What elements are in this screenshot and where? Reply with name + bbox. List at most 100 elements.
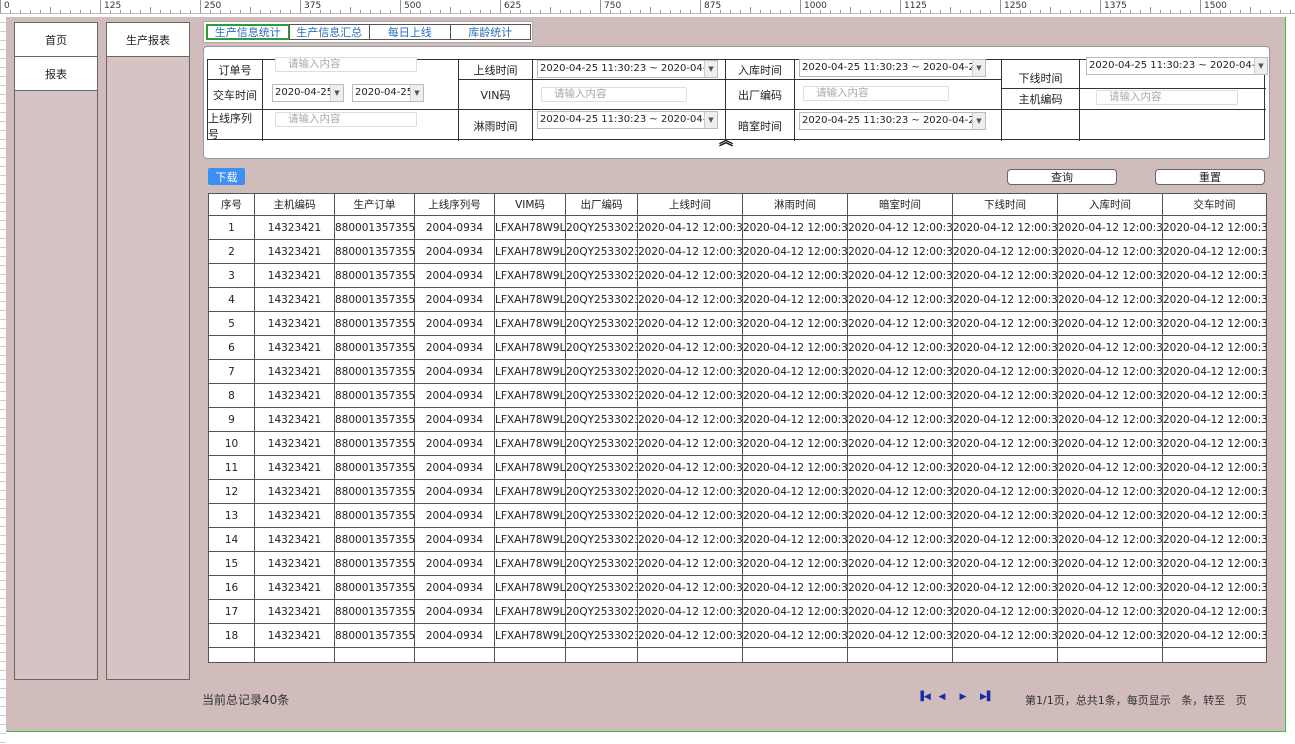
query-button[interactable]: 查询 (1007, 169, 1117, 185)
order-no-input[interactable]: 请输入内容 (275, 57, 417, 72)
table-cell: LFXAH78W9L (494, 359, 566, 384)
table-row[interactable]: 11 14323421 880001357355 2004-0934 LFXAH78W9… (208, 455, 1267, 480)
table-cell: 20QY2533023 (565, 359, 638, 384)
table-cell: 2020-04-12 12:00:30 (1162, 311, 1267, 336)
next-page-icon[interactable]: ▶ (959, 692, 967, 702)
prev-page-icon[interactable]: ◀ (938, 692, 946, 702)
reset-button[interactable]: 重置 (1155, 169, 1265, 185)
first-page-icon[interactable]: ▐◀ (917, 692, 931, 702)
table-row[interactable]: 12 14323421 880001357355 2004-0934 LFXAH78W9… (208, 479, 1267, 504)
vin-cell: 请输入内容 (533, 80, 726, 110)
tab-inventory-age[interactable]: 库龄统计 (449, 24, 531, 40)
table-row[interactable]: 10 14323421 880001357355 2004-0934 LFXAH78W9… (208, 431, 1267, 456)
last-page-icon[interactable]: ▶▌ (980, 692, 994, 702)
ruler-tick (780, 10, 781, 13)
tab-daily-online[interactable]: 每日上线 (369, 24, 451, 40)
table-cell: 880001357355 (334, 599, 415, 624)
table-cell: 880001357355 (334, 551, 415, 576)
table-cell: 2020-04-12 12:00:30 (1057, 551, 1163, 576)
table-row[interactable]: 15 14323421 880001357355 2004-0934 LFXAH78W9… (208, 551, 1267, 576)
table-row[interactable]: 4 14323421 880001357355 2004-0934 LFXAH78W9L… (208, 287, 1267, 312)
table-cell: 2020-04-12 12:00:30 (1162, 623, 1267, 648)
table-row[interactable]: 1 14323421 880001357355 2004-0934 LFXAH78W9L… (208, 215, 1267, 240)
ruler-tick (1280, 10, 1281, 13)
table-cell: 2020-04-12 12:00:30 (1057, 503, 1163, 528)
double-chevron-up-icon[interactable]: ︽ (716, 134, 736, 155)
column-header[interactable]: 序号 (208, 193, 255, 216)
column-header[interactable]: 出厂编码 (565, 193, 638, 216)
table-row[interactable]: 2 14323421 880001357355 2004-0934 LFXAH78W9L… (208, 239, 1267, 264)
table-cell: 2020-04-12 12:00:30 (952, 359, 1058, 384)
column-header[interactable]: 上线序列号 (414, 193, 495, 216)
vin-input[interactable]: 请输入内容 (541, 87, 687, 102)
table-row[interactable]: 3 14323421 880001357355 2004-0934 LFXAH78W9L… (208, 263, 1267, 288)
column-header[interactable]: 上线时间 (637, 193, 743, 216)
table-cell: 2004-0934 (414, 263, 495, 288)
column-header[interactable]: VIM码 (494, 193, 566, 216)
table-cell: 2020-04-12 12:00:30 (847, 263, 953, 288)
column-header[interactable]: 主机编码 (254, 193, 335, 216)
table-cell: 2020-04-12 12:00:30 (1057, 287, 1163, 312)
engine-code-input[interactable]: 请输入内容 (1096, 90, 1238, 105)
ruler-tick (950, 7, 951, 13)
column-header[interactable]: 交车时间 (1162, 193, 1267, 216)
tab-production-summary[interactable]: 生产信息汇总 (288, 24, 370, 40)
ruler-label: 625 (504, 1, 522, 11)
table-cell: 2020-04-12 12:00:30 (742, 263, 848, 288)
table-cell: 2020-04-12 12:00:30 (952, 239, 1058, 264)
offline-time-picker[interactable]: 2020-04-25 11:30:23 ~ 2020-04-28 ▼ (1086, 57, 1268, 75)
sidebar-item-reports[interactable]: 报表 (15, 57, 97, 91)
table-cell: 2020-04-12 12:00:30 (637, 359, 743, 384)
table-cell: 20QY2533023 (565, 335, 638, 360)
table-cell: 2004-0934 (414, 335, 495, 360)
ruler-tick (290, 10, 291, 13)
total-records: 当前总记录40条 (202, 693, 290, 707)
ruler-tick (1090, 10, 1091, 13)
storage-time-picker[interactable]: 2020-04-25 11:30:23 ~ 2020-04-28 ▼ (799, 59, 986, 77)
rain-time-picker[interactable]: 2020-04-25 11:30:23 ~ 2020-04-28 ▼ (537, 111, 718, 129)
ruler-tick (140, 10, 141, 13)
sidebar-item-production-report[interactable]: 生产报表 (107, 23, 189, 57)
table-row[interactable]: 5 14323421 880001357355 2004-0934 LFXAH78W9L… (208, 311, 1267, 336)
table-cell: 2020-04-12 12:00:30 (1057, 623, 1163, 648)
table-cell: 2020-04-12 12:00:30 (637, 455, 743, 480)
table-row[interactable]: 16 14323421 880001357355 2004-0934 LFXAH78W9… (208, 575, 1267, 600)
table-cell: 14323421 (254, 335, 335, 360)
table-row[interactable]: 17 14323421 880001357355 2004-0934 LFXAH78W9… (208, 599, 1267, 624)
delivery-date-from[interactable]: 2020-04-25 ▼ (272, 84, 344, 102)
delivery-date-to[interactable]: 2020-04-25 ▼ (352, 84, 424, 102)
darkroom-time-picker[interactable]: 2020-04-25 11:30:23 ~ 2020-04-28 ▼ (799, 112, 986, 130)
table-cell: 2020-04-12 12:00:30 (847, 239, 953, 264)
column-header[interactable]: 生产订单 (334, 193, 415, 216)
table-cell (334, 647, 415, 663)
table-cell: 2020-04-12 12:00:30 (1057, 383, 1163, 408)
table-cell: 14323421 (254, 383, 335, 408)
tab-production-stats[interactable]: 生产信息统计 (206, 24, 290, 40)
table-row[interactable]: 13 14323421 880001357355 2004-0934 LFXAH78W9… (208, 503, 1267, 528)
table-cell: 880001357355 (334, 215, 415, 240)
table-cell: 14323421 (254, 575, 335, 600)
ruler-tick (250, 7, 251, 13)
column-header[interactable]: 暗室时间 (847, 193, 953, 216)
ruler-tick (770, 10, 771, 13)
sidebar-item-home[interactable]: 首页 (15, 23, 97, 57)
factory-code-input[interactable]: 请输入内容 (803, 86, 949, 101)
column-header[interactable]: 下线时间 (952, 193, 1058, 216)
table-row[interactable]: 8 14323421 880001357355 2004-0934 LFXAH78W9L… (208, 383, 1267, 408)
table-row[interactable]: 9 14323421 880001357355 2004-0934 LFXAH78W9L… (208, 407, 1267, 432)
table-cell: 1 (208, 215, 255, 240)
table-row[interactable]: 7 14323421 880001357355 2004-0934 LFXAH78W9L… (208, 359, 1267, 384)
table-cell: 2020-04-12 12:00:30 (847, 503, 953, 528)
results-table: 序号 主机编码 生产订单 上线序列号 VIM码 出厂编码 上线时间 淋雨时间 暗室时间 下线时间入… (208, 193, 1267, 663)
table-row[interactable]: 14 14323421 880001357355 2004-0934 LFXAH78W9… (208, 527, 1267, 552)
table-cell: 2020-04-12 12:00:30 (1057, 527, 1163, 552)
sequence-no-input[interactable]: 请输入内容 (275, 112, 417, 127)
table-row[interactable]: 6 14323421 880001357355 2004-0934 LFXAH78W9L… (208, 335, 1267, 360)
table-row[interactable]: 18 14323421 880001357355 2004-0934 LFXAH78W9… (208, 623, 1267, 648)
table-cell: 2 (208, 239, 255, 264)
column-header[interactable]: 入库时间 (1057, 193, 1163, 216)
online-time-picker[interactable]: 2020-04-25 11:30:23 ~ 2020-04-28 ▼ (537, 60, 718, 78)
download-button[interactable]: 下载 (208, 168, 245, 185)
table-cell: 2020-04-12 12:00:30 (1057, 311, 1163, 336)
column-header[interactable]: 淋雨时间 (742, 193, 848, 216)
